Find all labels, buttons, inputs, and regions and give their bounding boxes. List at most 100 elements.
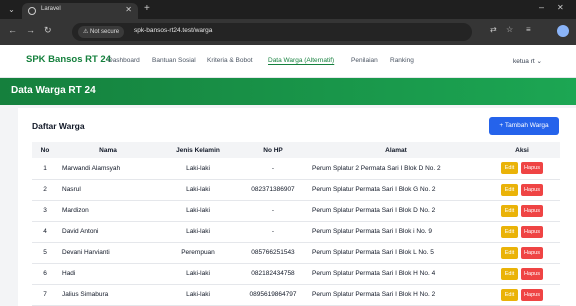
add-warga-button[interactable]: + Tambah Warga [489,117,559,135]
cell-no: 5 [32,242,58,264]
cell-alamat: Perum Splatur Permata Sari I Blok L No. … [308,242,484,264]
cell-aksi: Edit Hapus [484,179,560,201]
cell-nama: Jalius Simabura [58,284,158,306]
col-aksi: Aksi [484,142,560,158]
cell-jenis-kelamin: Laki-laki [158,284,238,306]
bookmark-star-icon[interactable]: ☆ [506,25,513,34]
col-no-hp: No HP [238,142,308,158]
cell-no-hp: 082371386907 [238,179,308,201]
cell-alamat: Perum Splatur Permata Sari I Blok D No. … [308,200,484,222]
cell-nama: Marwandi Alamsyah [58,158,158,180]
delete-button[interactable]: Hapus [521,246,543,259]
table-row: 5 Devani Harvianti Perempuan 085766251543 Pe… [32,242,560,264]
minimize-icon[interactable]: – [539,2,544,12]
browser-tab[interactable]: Laravel ✕ [22,3,138,19]
table-row: 7 Jalius Simabura Laki-laki 0895619864797 Pe… [32,284,560,306]
cell-no-hp: 082182434758 [238,263,308,285]
close-icon[interactable]: ✕ [125,5,132,14]
forward-icon[interactable]: → [26,25,35,35]
cell-no: 2 [32,179,58,201]
col-alamat: Alamat [308,142,484,158]
cell-jenis-kelamin: Laki-laki [158,200,238,222]
cell-no-hp: - [238,200,308,222]
cell-no-hp: - [238,221,308,243]
nav-kriteria-bobot[interactable]: Kriteria & Bobot [207,57,253,64]
cell-nama: Nasrul [58,179,158,201]
nav-bantuan-sosial[interactable]: Bantuan Sosial [152,57,196,64]
cell-no-hp: 0895619864797 [238,284,308,306]
delete-button[interactable]: Hapus [521,267,543,280]
browser-tabbar: ⌄ Laravel ✕ + – ✕ [0,0,576,19]
table-row: 3 Mardizon Laki-laki - Perum Splatur Permata… [32,200,560,222]
cell-jenis-kelamin: Laki-laki [158,158,238,180]
cell-aksi: Edit Hapus [484,284,560,306]
cell-nama: Hadi [58,263,158,285]
globe-icon [28,7,36,15]
cell-alamat: Perum Splatur Permata Sari I Blok H No. … [308,284,484,306]
tab-title: Laravel [41,6,61,12]
cell-nama: Mardizon [58,200,158,222]
cell-alamat: Perum Splatur Permata Sari I Blok H No. … [308,263,484,285]
cell-aksi: Edit Hapus [484,221,560,243]
edit-button[interactable]: Edit [501,246,518,259]
table-row: 4 David Antoni Laki-laki - Perum Splatur Per… [32,221,560,243]
cell-jenis-kelamin: Laki-laki [158,263,238,285]
delete-button[interactable]: Hapus [521,183,543,196]
cell-aksi: Edit Hapus [484,263,560,285]
cell-aksi: Edit Hapus [484,200,560,222]
address-bar[interactable]: ⚠ Not secure spk-bansos-rt24.test/warga [72,23,472,41]
app-navbar: SPK Bansos RT 24 Dashboard Bantuan Sosia… [0,45,576,78]
new-tab-icon[interactable]: + [144,3,150,14]
table-header-row: No Nama Jenis Kelamin No HP Alamat Aksi [32,142,560,158]
page-title: Data Warga RT 24 [11,85,96,96]
cell-alamat: Perum Splatur 2 Permata Sari I Blok D No… [308,158,484,180]
user-menu[interactable]: ketua rt ⌄ [513,57,542,65]
col-no: No [32,142,58,158]
table-row: 2 Nasrul Laki-laki 082371386907 Perum Splatu… [32,179,560,201]
cell-alamat: Perum Splatur Permata Sari I Blok G No. … [308,179,484,201]
delete-button[interactable]: Hapus [521,204,543,217]
edit-button[interactable]: Edit [501,204,518,217]
edit-button[interactable]: Edit [501,183,518,196]
delete-button[interactable]: Hapus [521,225,543,238]
back-icon[interactable]: ← [8,25,17,35]
not-secure-badge[interactable]: ⚠ Not secure [78,26,125,38]
cell-no: 4 [32,221,58,243]
table-row: 1 Marwandi Alamsyah Laki-laki - Perum Splatu… [32,158,560,180]
cell-no: 3 [32,200,58,222]
nav-dashboard[interactable]: Dashboard [108,57,140,64]
page-header: Data Warga RT 24 [0,78,576,105]
profile-avatar[interactable] [557,25,569,37]
edit-button[interactable]: Edit [501,267,518,280]
cell-nama: David Antoni [58,221,158,243]
cell-no-hp: 085766251543 [238,242,308,264]
cell-aksi: Edit Hapus [484,158,560,180]
cell-no: 7 [32,284,58,306]
reload-icon[interactable]: ↻ [44,25,52,36]
edit-button[interactable]: Edit [501,225,518,238]
cell-aksi: Edit Hapus [484,242,560,264]
url-text: spk-bansos-rt24.test/warga [134,27,213,34]
cell-no: 6 [32,263,58,285]
window-close-icon[interactable]: ✕ [557,3,564,12]
delete-button[interactable]: Hapus [521,162,543,175]
edit-button[interactable]: Edit [501,162,518,175]
tab-search-icon[interactable]: ⌄ [6,4,17,15]
brand-logo[interactable]: SPK Bansos RT 24 [26,54,111,65]
cell-nama: Devani Harvianti [58,242,158,264]
translate-icon[interactable]: ⇄ [490,25,497,34]
cell-no: 1 [32,158,58,180]
warga-table: No Nama Jenis Kelamin No HP Alamat Aksi … [32,142,560,306]
warga-card: Daftar Warga + Tambah Warga No Nama Jeni… [18,108,576,306]
extensions-icon[interactable]: ≡ [526,25,531,34]
nav-ranking[interactable]: Ranking [390,57,414,64]
nav-data-warga[interactable]: Data Warga (Alternatif) [268,57,334,64]
nav-penilaian[interactable]: Penilaian [351,57,378,64]
cell-no-hp: - [238,158,308,180]
col-jenis-kelamin: Jenis Kelamin [158,142,238,158]
delete-button[interactable]: Hapus [521,288,543,301]
cell-jenis-kelamin: Laki-laki [158,221,238,243]
col-nama: Nama [58,142,158,158]
cell-jenis-kelamin: Laki-laki [158,179,238,201]
edit-button[interactable]: Edit [501,288,518,301]
